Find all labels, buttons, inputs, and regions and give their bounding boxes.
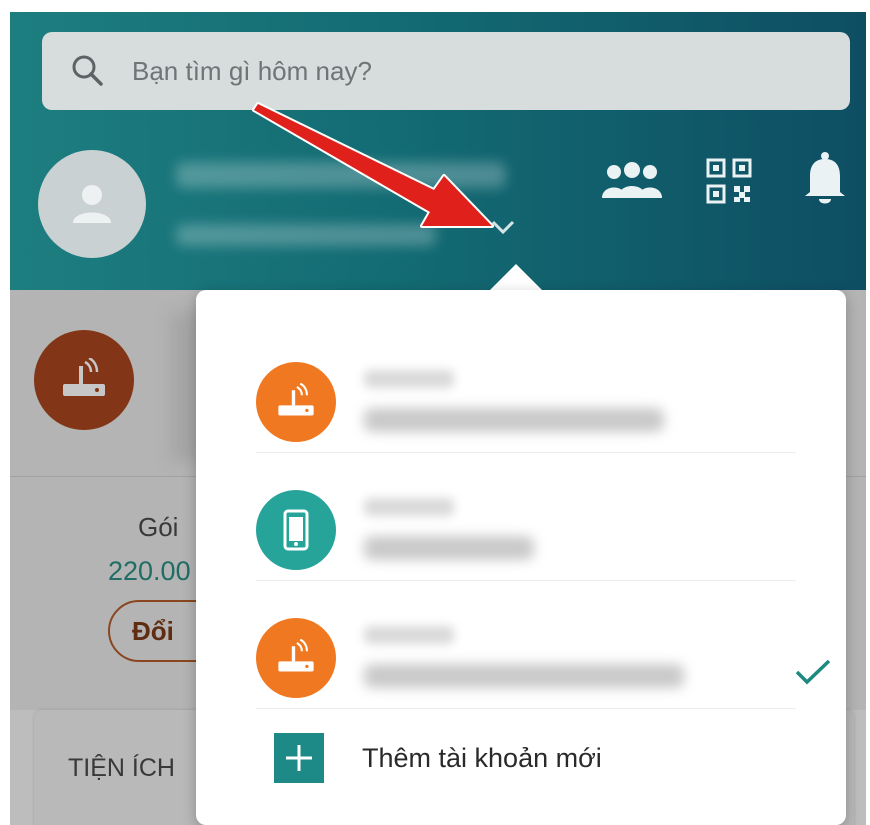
bell-icon[interactable] bbox=[802, 150, 848, 206]
search-bar[interactable]: Bạn tìm gì hôm nay? bbox=[42, 32, 850, 110]
user-icon bbox=[73, 185, 111, 223]
account-name-blurred[interactable] bbox=[176, 162, 506, 188]
user-avatar[interactable] bbox=[38, 150, 146, 258]
chevron-down-icon[interactable] bbox=[490, 218, 516, 236]
router-avatar bbox=[256, 362, 336, 442]
account-item-selected[interactable] bbox=[256, 596, 831, 716]
account-item[interactable] bbox=[256, 340, 796, 460]
phone-icon bbox=[283, 509, 309, 551]
router-avatar bbox=[256, 618, 336, 698]
account-name-blurred bbox=[364, 370, 454, 388]
account-item[interactable] bbox=[256, 468, 796, 588]
divider bbox=[256, 708, 796, 709]
divider bbox=[256, 580, 796, 581]
popup-caret bbox=[488, 264, 544, 292]
router-icon bbox=[278, 383, 314, 416]
account-name-blurred bbox=[364, 626, 454, 644]
plus-icon bbox=[274, 733, 324, 783]
router-icon bbox=[278, 639, 314, 672]
account-number-blurred bbox=[364, 664, 684, 688]
screenshot-frame: Bạn tìm gì hôm nay? Gói 220.00 Đổi TIỆN … bbox=[0, 0, 870, 825]
qr-code-icon[interactable] bbox=[706, 158, 752, 204]
account-number-blurred bbox=[364, 536, 534, 560]
account-name-blurred bbox=[364, 498, 454, 516]
group-icon[interactable] bbox=[600, 158, 664, 202]
divider bbox=[256, 452, 796, 453]
check-icon bbox=[795, 659, 831, 685]
account-number-blurred bbox=[364, 408, 664, 432]
account-number-blurred bbox=[176, 224, 436, 246]
phone-avatar bbox=[256, 490, 336, 570]
search-icon bbox=[68, 51, 108, 91]
search-placeholder: Bạn tìm gì hôm nay? bbox=[132, 55, 372, 86]
app-screen: Bạn tìm gì hôm nay? Gói 220.00 Đổi TIỆN … bbox=[10, 12, 866, 825]
header: Bạn tìm gì hôm nay? bbox=[10, 12, 866, 290]
add-account-label: Thêm tài khoản mới bbox=[362, 742, 602, 773]
add-account-button[interactable]: Thêm tài khoản mới bbox=[274, 728, 674, 788]
account-switcher-popup: Thêm tài khoản mới bbox=[196, 290, 846, 825]
